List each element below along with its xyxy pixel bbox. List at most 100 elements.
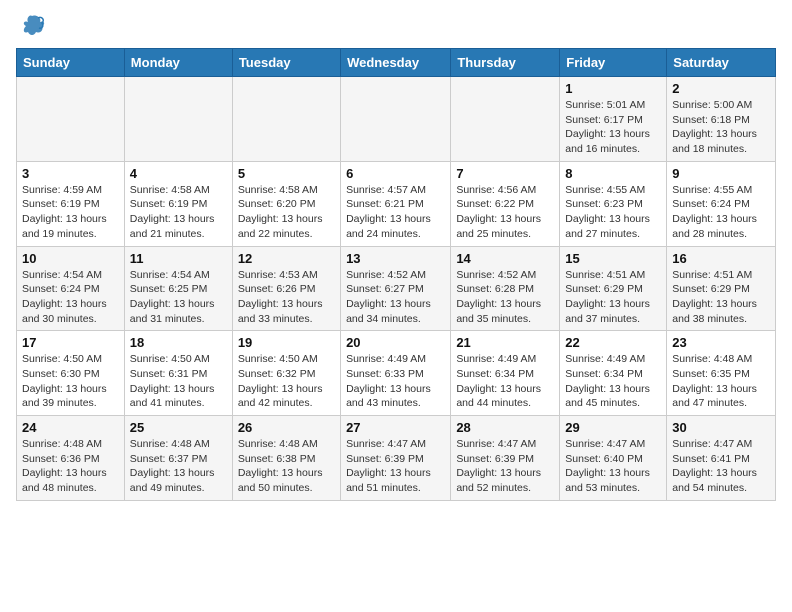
day-number: 20 <box>346 335 445 350</box>
calendar-cell: 28 Sunrise: 4:47 AM Sunset: 6:39 PM Dayli… <box>451 416 560 501</box>
day-number: 29 <box>565 420 661 435</box>
day-number: 23 <box>672 335 770 350</box>
calendar-cell: 20 Sunrise: 4:49 AM Sunset: 6:33 PM Dayli… <box>341 331 451 416</box>
day-number: 28 <box>456 420 554 435</box>
day-info: Sunrise: 4:47 AM Sunset: 6:40 PM Dayligh… <box>565 437 661 496</box>
day-number: 21 <box>456 335 554 350</box>
day-number: 19 <box>238 335 335 350</box>
day-number: 7 <box>456 166 554 181</box>
logo <box>16 16 46 40</box>
calendar-week-row: 10 Sunrise: 4:54 AM Sunset: 6:24 PM Dayli… <box>17 246 776 331</box>
day-number: 26 <box>238 420 335 435</box>
calendar-cell: 27 Sunrise: 4:47 AM Sunset: 6:39 PM Dayli… <box>341 416 451 501</box>
calendar-cell: 1 Sunrise: 5:01 AM Sunset: 6:17 PM Daylig… <box>560 77 667 162</box>
day-info: Sunrise: 4:51 AM Sunset: 6:29 PM Dayligh… <box>672 268 770 327</box>
calendar-cell: 3 Sunrise: 4:59 AM Sunset: 6:19 PM Daylig… <box>17 161 125 246</box>
calendar-cell <box>341 77 451 162</box>
day-number: 1 <box>565 81 661 96</box>
page-header <box>16 16 776 40</box>
day-of-week-header: Friday <box>560 49 667 77</box>
day-number: 9 <box>672 166 770 181</box>
day-info: Sunrise: 4:54 AM Sunset: 6:24 PM Dayligh… <box>22 268 119 327</box>
calendar-cell: 10 Sunrise: 4:54 AM Sunset: 6:24 PM Dayli… <box>17 246 125 331</box>
calendar-cell: 29 Sunrise: 4:47 AM Sunset: 6:40 PM Dayli… <box>560 416 667 501</box>
calendar-cell <box>232 77 340 162</box>
day-info: Sunrise: 4:47 AM Sunset: 6:39 PM Dayligh… <box>456 437 554 496</box>
day-number: 2 <box>672 81 770 96</box>
calendar-cell: 25Sunrise: 4:48 AM Sunset: 6:37 PM Dayli… <box>124 416 232 501</box>
calendar-cell: 23Sunrise: 4:48 AM Sunset: 6:35 PM Dayli… <box>667 331 776 416</box>
day-info: Sunrise: 4:49 AM Sunset: 6:34 PM Dayligh… <box>565 352 661 411</box>
calendar-cell: 17 Sunrise: 4:50 AM Sunset: 6:30 PM Dayli… <box>17 331 125 416</box>
day-info: Sunrise: 4:47 AM Sunset: 6:39 PM Dayligh… <box>346 437 445 496</box>
calendar-week-row: 1 Sunrise: 5:01 AM Sunset: 6:17 PM Daylig… <box>17 77 776 162</box>
calendar-cell: 30 Sunrise: 4:47 AM Sunset: 6:41 PM Dayli… <box>667 416 776 501</box>
day-of-week-header: Monday <box>124 49 232 77</box>
day-info: Sunrise: 4:50 AM Sunset: 6:30 PM Dayligh… <box>22 352 119 411</box>
day-info: Sunrise: 4:49 AM Sunset: 6:34 PM Dayligh… <box>456 352 554 411</box>
day-number: 3 <box>22 166 119 181</box>
calendar-cell: 5Sunrise: 4:58 AM Sunset: 6:20 PM Daylig… <box>232 161 340 246</box>
day-info: Sunrise: 4:56 AM Sunset: 6:22 PM Dayligh… <box>456 183 554 242</box>
day-number: 12 <box>238 251 335 266</box>
day-number: 8 <box>565 166 661 181</box>
day-info: Sunrise: 4:49 AM Sunset: 6:33 PM Dayligh… <box>346 352 445 411</box>
day-of-week-header: Tuesday <box>232 49 340 77</box>
calendar-week-row: 17 Sunrise: 4:50 AM Sunset: 6:30 PM Dayli… <box>17 331 776 416</box>
calendar-cell: 19Sunrise: 4:50 AM Sunset: 6:32 PM Dayli… <box>232 331 340 416</box>
day-info: Sunrise: 4:59 AM Sunset: 6:19 PM Dayligh… <box>22 183 119 242</box>
day-number: 4 <box>130 166 227 181</box>
day-number: 11 <box>130 251 227 266</box>
day-info: Sunrise: 4:48 AM Sunset: 6:36 PM Dayligh… <box>22 437 119 496</box>
calendar-cell: 8 Sunrise: 4:55 AM Sunset: 6:23 PM Daylig… <box>560 161 667 246</box>
day-info: Sunrise: 4:55 AM Sunset: 6:23 PM Dayligh… <box>565 183 661 242</box>
calendar-cell: 14 Sunrise: 4:52 AM Sunset: 6:28 PM Dayli… <box>451 246 560 331</box>
day-number: 17 <box>22 335 119 350</box>
day-info: Sunrise: 4:51 AM Sunset: 6:29 PM Dayligh… <box>565 268 661 327</box>
calendar-cell: 24 Sunrise: 4:48 AM Sunset: 6:36 PM Dayli… <box>17 416 125 501</box>
calendar-cell: 6 Sunrise: 4:57 AM Sunset: 6:21 PM Daylig… <box>341 161 451 246</box>
day-number: 15 <box>565 251 661 266</box>
day-info: Sunrise: 5:00 AM Sunset: 6:18 PM Dayligh… <box>672 98 770 157</box>
logo-bird-icon <box>18 12 46 40</box>
day-number: 10 <box>22 251 119 266</box>
calendar-cell <box>451 77 560 162</box>
day-number: 14 <box>456 251 554 266</box>
calendar-cell: 2 Sunrise: 5:00 AM Sunset: 6:18 PM Daylig… <box>667 77 776 162</box>
day-number: 27 <box>346 420 445 435</box>
day-of-week-header: Thursday <box>451 49 560 77</box>
day-number: 6 <box>346 166 445 181</box>
day-number: 5 <box>238 166 335 181</box>
calendar-cell <box>124 77 232 162</box>
day-info: Sunrise: 4:50 AM Sunset: 6:31 PM Dayligh… <box>130 352 227 411</box>
day-info: Sunrise: 4:55 AM Sunset: 6:24 PM Dayligh… <box>672 183 770 242</box>
day-of-week-header: Saturday <box>667 49 776 77</box>
day-number: 16 <box>672 251 770 266</box>
calendar-cell: 21 Sunrise: 4:49 AM Sunset: 6:34 PM Dayli… <box>451 331 560 416</box>
calendar-cell <box>17 77 125 162</box>
day-info: Sunrise: 4:57 AM Sunset: 6:21 PM Dayligh… <box>346 183 445 242</box>
calendar-cell: 15 Sunrise: 4:51 AM Sunset: 6:29 PM Dayli… <box>560 246 667 331</box>
calendar-cell: 18 Sunrise: 4:50 AM Sunset: 6:31 PM Dayli… <box>124 331 232 416</box>
day-info: Sunrise: 4:52 AM Sunset: 6:28 PM Dayligh… <box>456 268 554 327</box>
day-number: 13 <box>346 251 445 266</box>
calendar-cell: 26 Sunrise: 4:48 AM Sunset: 6:38 PM Dayli… <box>232 416 340 501</box>
day-of-week-header: Sunday <box>17 49 125 77</box>
calendar-cell: 12Sunrise: 4:53 AM Sunset: 6:26 PM Dayli… <box>232 246 340 331</box>
day-info: Sunrise: 4:48 AM Sunset: 6:38 PM Dayligh… <box>238 437 335 496</box>
day-info: Sunrise: 4:47 AM Sunset: 6:41 PM Dayligh… <box>672 437 770 496</box>
calendar-cell: 11 Sunrise: 4:54 AM Sunset: 6:25 PM Dayli… <box>124 246 232 331</box>
day-info: Sunrise: 4:54 AM Sunset: 6:25 PM Dayligh… <box>130 268 227 327</box>
calendar-cell: 13 Sunrise: 4:52 AM Sunset: 6:27 PM Dayli… <box>341 246 451 331</box>
day-number: 18 <box>130 335 227 350</box>
calendar-cell: 16 Sunrise: 4:51 AM Sunset: 6:29 PM Dayli… <box>667 246 776 331</box>
calendar-header-row: SundayMondayTuesdayWednesdayThursdayFrid… <box>17 49 776 77</box>
calendar-cell: 7 Sunrise: 4:56 AM Sunset: 6:22 PM Daylig… <box>451 161 560 246</box>
day-info: Sunrise: 4:52 AM Sunset: 6:27 PM Dayligh… <box>346 268 445 327</box>
calendar-cell: 22Sunrise: 4:49 AM Sunset: 6:34 PM Dayli… <box>560 331 667 416</box>
calendar-cell: 4Sunrise: 4:58 AM Sunset: 6:19 PM Daylig… <box>124 161 232 246</box>
day-info: Sunrise: 5:01 AM Sunset: 6:17 PM Dayligh… <box>565 98 661 157</box>
day-of-week-header: Wednesday <box>341 49 451 77</box>
day-number: 30 <box>672 420 770 435</box>
day-number: 24 <box>22 420 119 435</box>
